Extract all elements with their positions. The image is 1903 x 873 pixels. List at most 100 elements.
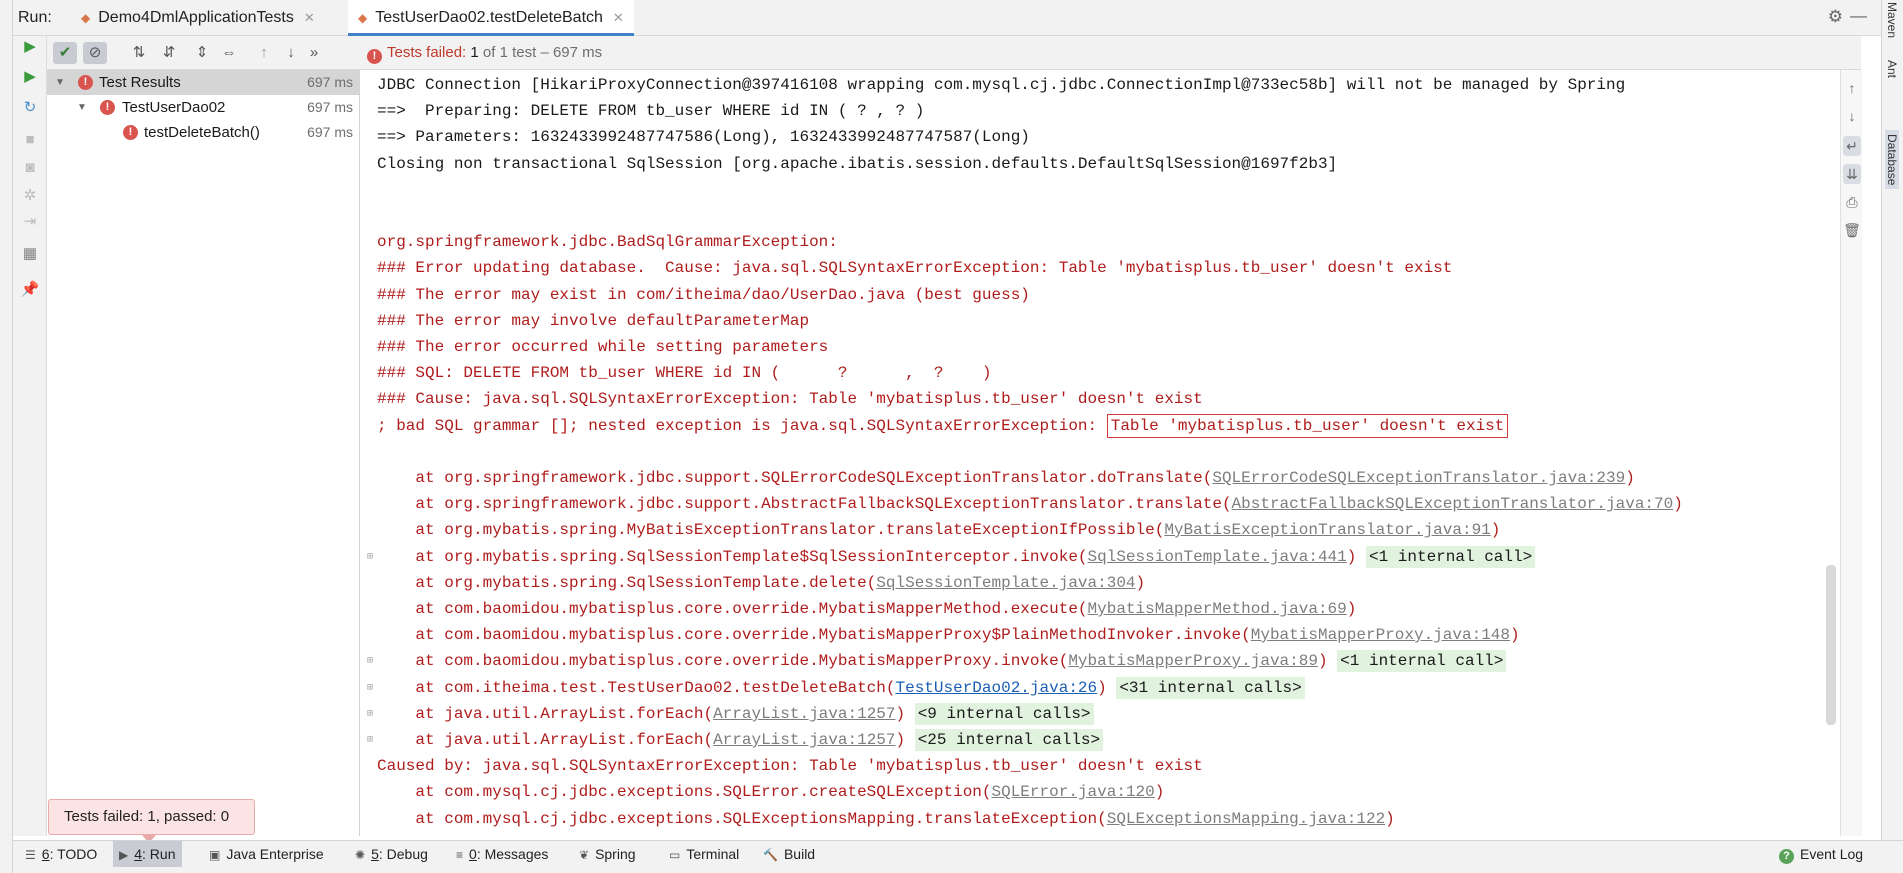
rerun-failed-icon[interactable]: ▶ [20,67,40,87]
console-line: Caused by: java.sql.SQLSyntaxErrorExcept… [377,753,1203,779]
console-text: at com.mysql.cj.jdbc.exceptions.SQLExcep… [377,810,1107,828]
test-status: ! Tests failed: 1 of 1 test – 697 ms [367,44,602,64]
expand-all-icon[interactable]: ⇕ [190,42,214,64]
show-ignored-icon[interactable]: ⊘ [83,42,107,64]
console-text: ### The error may involve defaultParamet… [377,312,810,330]
console-text: ) [1346,600,1357,618]
tool-window-todo[interactable]: ☰ 6: TODO [19,841,103,867]
console-text: ) [1673,495,1683,513]
collapse-all-icon[interactable]: ⇔ [217,42,241,64]
tool-window-terminal[interactable]: ▭ Terminal [663,841,745,867]
fold-icon[interactable]: ⊞ [367,682,373,694]
tree-item-testuserdao02[interactable]: ▼ ! TestUserDao02 697 ms [47,95,359,120]
run-tab-testdeletebatch[interactable]: ◆ TestUserDao02.testDeleteBatch ✕ [348,0,634,36]
close-icon[interactable]: ✕ [304,10,315,25]
source-link[interactable]: MyBatisExceptionTranslator.java:91 [1164,521,1490,539]
console-text: ### The error may exist in com/itheima/d… [377,286,1030,304]
soft-wrap-icon[interactable]: ↵ [1843,136,1861,156]
status-failed-count: 1 [470,44,479,61]
source-link[interactable]: MybatisMapperMethod.java:69 [1088,600,1347,618]
console-line: ; bad SQL grammar []; nested exception i… [377,413,1509,439]
console-line: at com.baomidou.mybatisplus.core.overrid… [377,648,1507,674]
console-text: ) [1317,652,1338,670]
event-log-button[interactable]: ? Event Log [1773,841,1869,867]
console-text: ) [1097,679,1117,697]
collapse-arrow-icon[interactable]: ▼ [55,70,65,95]
pin-icon[interactable]: 📌 [20,280,40,300]
tool-window-build[interactable]: 🔨 Build [757,841,821,867]
toggle-auto-test-icon[interactable]: ↻ [20,98,40,118]
tool-window-debug[interactable]: ✺ 5: Debug [349,841,434,867]
source-link[interactable]: ArrayList.java:1257 [713,705,895,723]
show-passed-icon[interactable]: ✔ [53,42,77,64]
debug-icon: ✺ [355,848,366,862]
tool-window-java-enterprise[interactable]: ▣ Java Enterprise [203,841,330,867]
more-icon[interactable]: » [302,42,326,64]
source-link[interactable]: MybatisMapperProxy.java:89 [1068,652,1318,670]
database-tool-tab[interactable]: Database [1885,130,1899,190]
source-link[interactable]: SqlSessionTemplate.java:304 [876,574,1135,592]
console-text: at com.baomidou.mybatisplus.core.overrid… [377,600,1088,618]
exit-icon[interactable]: ⇥ [20,212,40,232]
console-text: Caused by: java.sql.SQLSyntaxErrorExcept… [377,757,1203,775]
sort-duration-icon[interactable]: ⇵ [157,42,181,64]
sort-alpha-icon[interactable]: ⇅ [127,42,151,64]
source-link[interactable]: MybatisMapperProxy.java:148 [1251,626,1510,644]
java-enterprise-icon: ▣ [209,848,221,862]
fold-icon[interactable]: ⊞ [367,655,373,667]
minimize-icon[interactable]: — [1850,6,1867,26]
maven-tool-tab[interactable]: Maven [1885,2,1899,38]
console-text: ) [1385,810,1395,828]
close-icon[interactable]: ✕ [613,10,624,25]
source-link[interactable]: ArrayList.java:1257 [713,731,895,749]
cog-disabled-icon[interactable]: ✲ [20,186,40,206]
console-side-toolbar: ↑ ↓ ↵ ⇊ ⎙ 🗑 [1840,70,1862,836]
camera-icon[interactable]: ◙ [20,158,40,178]
source-link[interactable]: SQLErrorCodeSQLExceptionTranslator.java:… [1212,469,1625,487]
console-text: JDBC Connection [HikariProxyConnection@3… [377,76,1626,94]
source-link[interactable]: SQLExceptionsMapping.java:122 [1107,810,1385,828]
console-text: ) [895,705,915,723]
source-link[interactable]: AbstractFallbackSQLExceptionTranslator.j… [1232,495,1674,513]
fold-icon[interactable]: ⊞ [367,551,373,563]
console-scrollbar[interactable] [1826,565,1836,725]
tool-window-spring[interactable]: ❦ Spring [573,841,642,867]
trash-icon[interactable]: 🗑 [1843,220,1861,240]
tool-window-messages[interactable]: ≡ 0: Messages [450,841,554,867]
ant-tool-tab[interactable]: Ant [1885,60,1899,78]
tree-item-test-results[interactable]: ▼ ! Test Results 697 ms [47,70,359,95]
next-failed-icon[interactable]: ↓ [279,42,303,64]
up-stack-icon[interactable]: ↑ [1843,78,1861,98]
print-icon[interactable]: ⎙ [1843,192,1861,212]
console-text: ) [895,731,915,749]
internal-calls-fold[interactable]: <31 internal calls> [1116,677,1305,699]
tool-window-run[interactable]: ▶ 4: Run [113,841,182,867]
console-text: ) [1135,574,1146,592]
rerun-icon[interactable]: ▶ [20,37,40,57]
previous-failed-icon[interactable]: ↑ [252,42,276,64]
failed-icon: ! [78,75,93,90]
source-link[interactable]: TestUserDao02.java:26 [895,679,1097,697]
scroll-to-end-icon[interactable]: ⇊ [1843,164,1861,184]
internal-calls-fold[interactable]: <1 internal call> [1337,650,1507,672]
console-text: Closing non transactional SqlSession [or… [377,155,1338,173]
console-line: at com.mysql.cj.jdbc.exceptions.SQLExcep… [377,806,1395,832]
fold-icon[interactable]: ⊞ [367,708,373,720]
tree-item-testdeletebatch[interactable]: ! testDeleteBatch() 697 ms [47,120,359,145]
gear-icon[interactable]: ⚙ [1828,7,1843,27]
console-text: at org.mybatis.spring.MyBatisExceptionTr… [377,521,1165,539]
internal-calls-fold[interactable]: <9 internal calls> [914,703,1094,725]
source-link[interactable]: SqlSessionTemplate.java:441 [1088,548,1347,566]
console-output[interactable]: JDBC Connection [HikariProxyConnection@3… [361,70,1840,836]
down-stack-icon[interactable]: ↓ [1843,106,1861,126]
stop-icon[interactable]: ■ [20,130,40,150]
source-link[interactable]: SQLError.java:120 [992,783,1155,801]
fold-icon[interactable]: ⊞ [367,734,373,746]
internal-calls-fold[interactable]: <25 internal calls> [914,729,1104,751]
collapse-arrow-icon[interactable]: ▼ [77,95,87,120]
failed-icon: ! [100,100,115,115]
layout-icon[interactable]: ▦ [20,244,40,264]
console-line: at com.mysql.cj.jdbc.exceptions.SQLError… [377,779,1164,805]
internal-calls-fold[interactable]: <1 internal call> [1365,546,1536,568]
run-tab-demo4dml[interactable]: ◆ Demo4DmlApplicationTests ✕ [71,0,325,36]
